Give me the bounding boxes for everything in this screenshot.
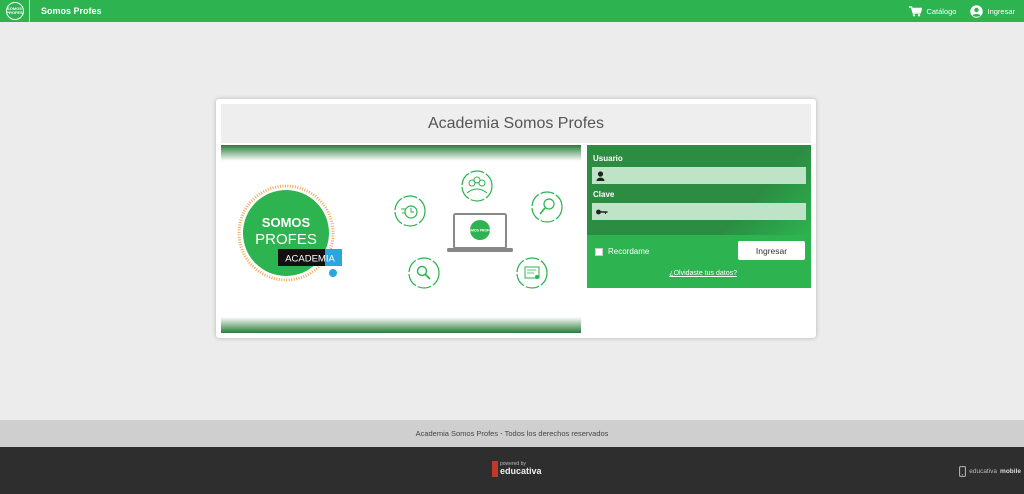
- logo-tag: ACADEMIA: [285, 254, 335, 265]
- key-icon: [596, 209, 608, 214]
- group-icon: [461, 170, 493, 202]
- top-bar: SOMOS PROFES Somos Profes Catálogo Ingre…: [0, 0, 1024, 22]
- copyright-text: Academia Somos Profes - Todos los derech…: [415, 429, 609, 438]
- mobile-link[interactable]: educativa mobile: [959, 466, 1021, 477]
- certificate-icon: [516, 257, 548, 289]
- search-icon: [408, 257, 440, 289]
- paint-brush-icon: [531, 191, 563, 223]
- cart-icon: [909, 5, 923, 16]
- logo-text: SOMOS PROFES: [6, 6, 23, 15]
- powered-by-logo[interactable]: powered by educativa: [492, 461, 542, 477]
- clock-icon: [394, 195, 426, 227]
- logo-badge: SOMOS PROFES: [5, 2, 24, 20]
- login-card: Academia Somos Profes SOMOS PROFES ACADE…: [216, 99, 816, 338]
- catalog-link[interactable]: Catálogo: [909, 5, 957, 17]
- laptop-base: [447, 248, 513, 252]
- password-field[interactable]: [592, 203, 806, 220]
- user-label: Usuario: [593, 154, 623, 163]
- user-circle-icon: [970, 4, 984, 18]
- login-label: Ingresar: [987, 6, 1015, 16]
- login-form: Usuario Clave Recordame Ingresar ¿Olvida…: [587, 145, 811, 288]
- mobile-prefix: educativa: [969, 468, 998, 475]
- forgot-password-link[interactable]: ¿Olvidaste tus datos?: [587, 270, 811, 277]
- app-title[interactable]: Somos Profes: [41, 6, 102, 16]
- powered-brand: educativa: [500, 466, 542, 476]
- remember-me[interactable]: Recordame: [595, 247, 649, 256]
- laptop-logo-text: SOMOS PROFES: [466, 229, 494, 233]
- catalog-label: Catálogo: [926, 6, 957, 16]
- footer-bar: powered by educativa educativa mobile: [0, 447, 1024, 494]
- banner-illustration: SOMOS PROFES ACADEMIA SOMOS PROFES: [237, 170, 563, 289]
- card-title: Academia Somos Profes: [221, 104, 811, 143]
- password-label: Clave: [593, 190, 615, 199]
- top-nav: Catálogo Ingresar: [909, 0, 1015, 22]
- logo-dot: [329, 269, 337, 277]
- remember-label: Recordame: [608, 247, 650, 256]
- mobile-suffix: mobile: [1000, 468, 1021, 475]
- user-icon: [596, 170, 605, 181]
- powered-text: powered by educativa: [500, 462, 542, 476]
- login-link[interactable]: Ingresar: [970, 4, 1015, 18]
- phone-icon: [959, 466, 967, 477]
- academy-banner: SOMOS PROFES ACADEMIA SOMOS PROFES: [221, 145, 581, 333]
- user-field[interactable]: [592, 167, 806, 184]
- remember-checkbox[interactable]: [595, 247, 603, 256]
- educativa-mark: [492, 461, 498, 477]
- logo-line1: SOMOS: [262, 215, 311, 230]
- logo-line2: PROFES: [255, 231, 317, 248]
- footer-copyright: Academia Somos Profes - Todos los derech…: [0, 420, 1024, 447]
- logo[interactable]: SOMOS PROFES: [0, 0, 30, 22]
- submit-button[interactable]: Ingresar: [738, 241, 805, 260]
